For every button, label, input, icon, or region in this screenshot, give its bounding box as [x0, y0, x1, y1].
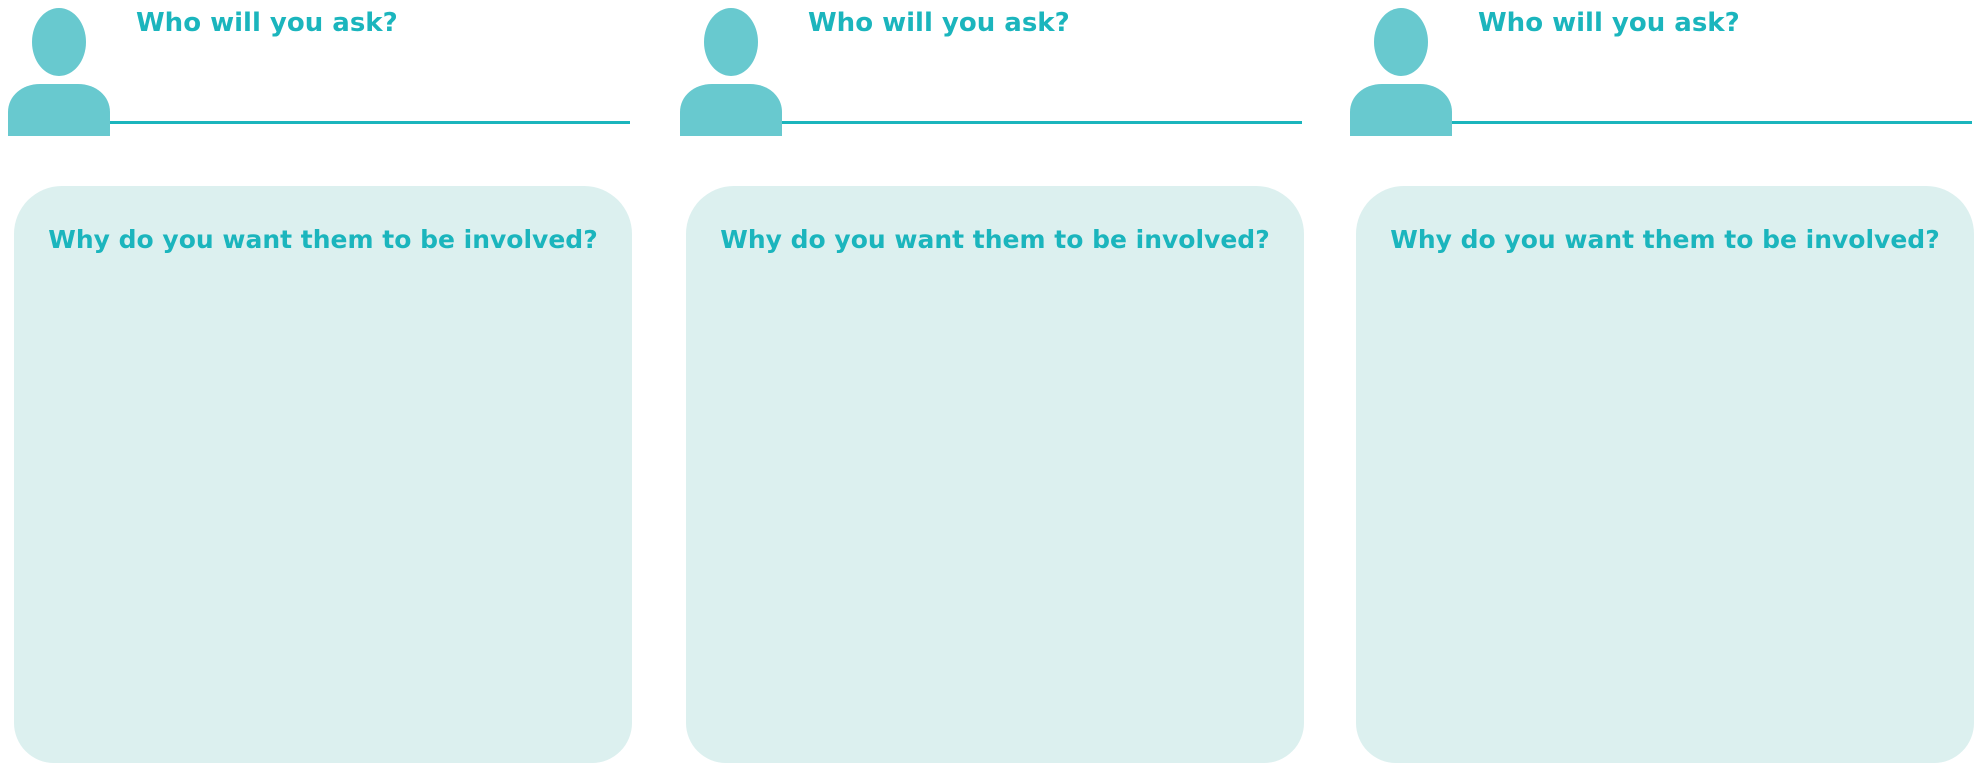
worksheet-page: Who will you ask? Why do you want them t…	[0, 0, 1982, 763]
who-answer-line[interactable]	[110, 121, 630, 124]
why-involved-label: Why do you want them to be involved?	[1390, 225, 1940, 254]
person-column-3: Who will you ask? Why do you want them t…	[1350, 0, 1974, 763]
person-icon	[1350, 8, 1452, 136]
why-answer-box[interactable]: Why do you want them to be involved?	[1356, 186, 1974, 763]
why-involved-label: Why do you want them to be involved?	[48, 225, 598, 254]
who-will-you-ask-label: Who will you ask?	[136, 8, 398, 38]
person-icon	[8, 8, 110, 136]
person-column-2: Who will you ask? Why do you want them t…	[680, 0, 1304, 763]
who-answer-line[interactable]	[1452, 121, 1972, 124]
who-will-you-ask-label: Who will you ask?	[808, 8, 1070, 38]
why-answer-box[interactable]: Why do you want them to be involved?	[686, 186, 1304, 763]
why-answer-box[interactable]: Why do you want them to be involved?	[14, 186, 632, 763]
who-answer-line[interactable]	[782, 121, 1302, 124]
why-involved-label: Why do you want them to be involved?	[720, 225, 1270, 254]
who-will-you-ask-label: Who will you ask?	[1478, 8, 1740, 38]
person-icon	[680, 8, 782, 136]
person-column-1: Who will you ask? Why do you want them t…	[8, 0, 632, 763]
